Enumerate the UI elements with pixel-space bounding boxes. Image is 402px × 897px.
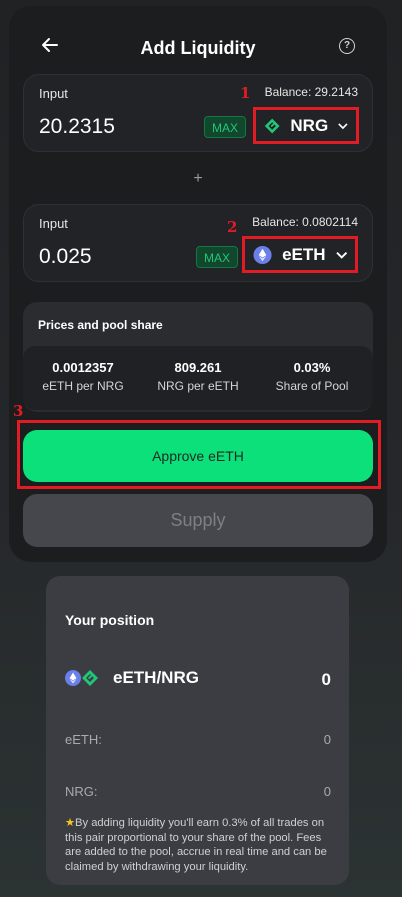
plus-icon: + [193, 170, 203, 187]
pair-value: 0 [321, 670, 331, 689]
position-row-eeth: eETH: 0 [65, 732, 331, 747]
row-value: 0 [323, 784, 331, 799]
your-position-card: Your position eETH/NRG 0 eETH: 0 NRG: 0 … [46, 576, 349, 885]
position-row-nrg: NRG: 0 [65, 784, 331, 799]
pool-title: Prices and pool share [38, 318, 163, 332]
stat-value: 0.03% [293, 360, 331, 375]
balance-text: Balance: 29.2143 [264, 85, 358, 99]
row-value: 0 [323, 732, 331, 747]
stat-label: NRG per eETH [157, 379, 239, 393]
liquidity-note: ★By adding liquidity you'll earn 0.3% of… [65, 816, 337, 874]
add-liquidity-card: Add Liquidity ? Input Balance: 29.2143 2… [9, 6, 387, 562]
stat-label: Share of Pool [275, 379, 349, 393]
annotation-number-1: 1 [240, 84, 251, 102]
token-name: NRG [290, 115, 329, 135]
stat-nrg-per-eeth: 809.261 NRG per eETH [143, 360, 253, 393]
header: Add Liquidity ? [9, 34, 387, 62]
supply-button[interactable]: Supply [23, 494, 373, 547]
token-name: eETH [282, 244, 326, 264]
row-label: NRG: [65, 784, 98, 799]
amount-input[interactable]: 20.2315 [39, 115, 115, 139]
input-label: Input [39, 216, 68, 231]
max-button[interactable]: MAX [196, 246, 239, 268]
chevron-down-icon [335, 251, 347, 259]
approve-eeth-button[interactable]: Approve eETH [23, 430, 373, 482]
input-panel-nrg: Input Balance: 29.2143 20.2315 MAX NRG [23, 74, 373, 152]
stat-label: eETH per NRG [42, 379, 124, 393]
token-select-nrg[interactable]: NRG [253, 107, 359, 144]
help-icon[interactable]: ? [339, 38, 355, 54]
note-text: By adding liquidity you'll earn 0.3% of … [65, 817, 327, 873]
pool-stats: 0.0012357 eETH per NRG 809.261 NRG per e… [23, 346, 373, 410]
input-label: Input [39, 86, 68, 101]
annotation-number-3: 3 [13, 402, 24, 420]
nrg-logo-icon [264, 118, 280, 133]
balance-text: Balance: 0.0802114 [252, 215, 358, 229]
max-button[interactable]: MAX [204, 116, 247, 138]
chevron-down-icon [338, 122, 348, 129]
star-icon: ★ [65, 817, 76, 829]
row-label: eETH: [65, 732, 102, 747]
page-title: Add Liquidity [140, 38, 256, 58]
prices-pool-share-panel: Prices and pool share 0.0012357 eETH per… [23, 302, 373, 412]
stat-eeth-per-nrg: 0.0012357 eETH per NRG [28, 360, 138, 393]
input-panel-eeth: Input Balance: 0.0802114 0.025 MAX eETH [23, 204, 373, 282]
position-title: Your position [65, 612, 155, 628]
pair-row: eETH/NRG [65, 668, 199, 688]
pair-logos-icon [65, 670, 98, 686]
stat-value: 809.261 [174, 360, 222, 375]
eth-logo-icon [253, 245, 272, 264]
stat-share-of-pool: 0.03% Share of Pool [257, 360, 367, 393]
pair-name: eETH/NRG [113, 668, 199, 687]
amount-input[interactable]: 0.025 [39, 245, 92, 269]
stat-value: 0.0012357 [52, 360, 114, 375]
token-select-eeth[interactable]: eETH [242, 236, 358, 273]
annotation-number-2: 2 [227, 218, 238, 236]
